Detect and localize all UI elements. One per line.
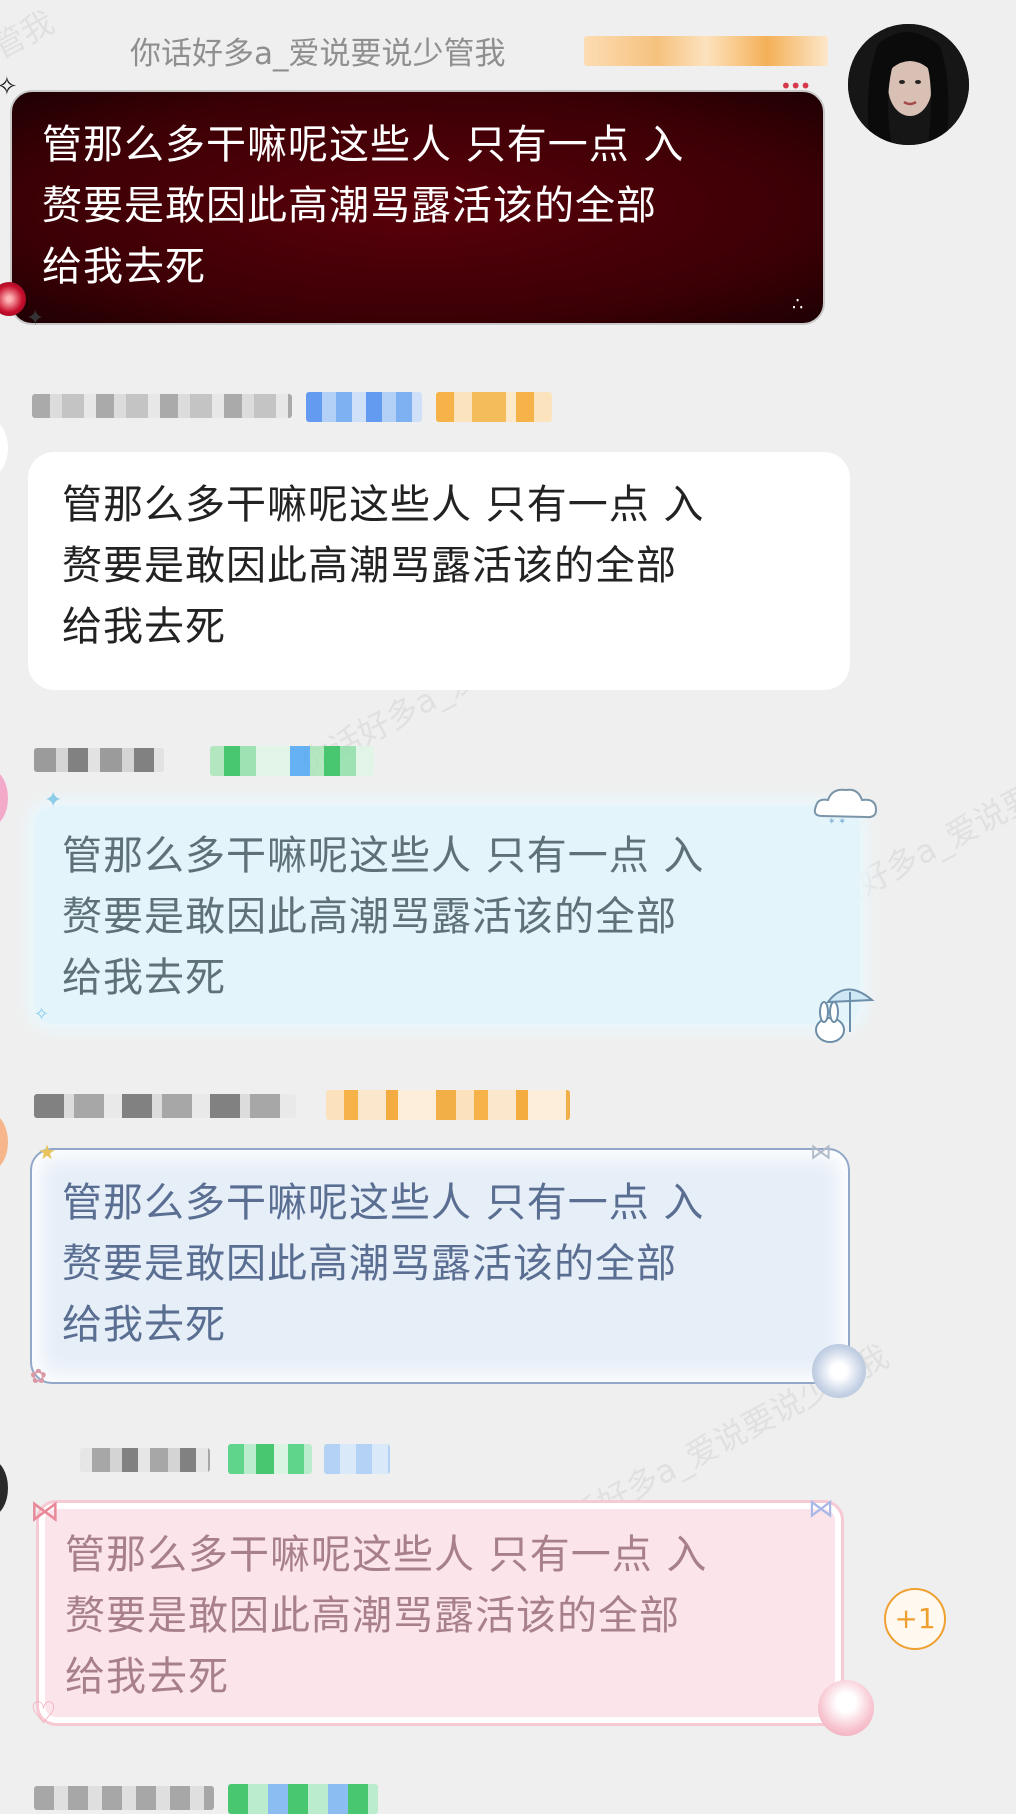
blurred-badges <box>228 1444 312 1474</box>
bow-icon: ⋈ <box>808 1494 834 1524</box>
umbrella-bunny-icon <box>808 982 880 1056</box>
flower-icon: ✿ <box>30 1364 47 1388</box>
doll-icon <box>818 1680 874 1736</box>
avatar[interactable] <box>0 1460 8 1516</box>
sparkle-icon: ✧ <box>0 72 18 102</box>
dots-decoration: ••• <box>780 74 811 98</box>
sparkle-icon: ★ <box>38 1140 56 1164</box>
blurred-sender-name[interactable] <box>80 1448 210 1472</box>
blurred-sender-name[interactable] <box>34 1786 214 1810</box>
blurred-badges <box>228 1784 378 1814</box>
cloud-icon: ✶ ✶ <box>812 784 882 828</box>
message-bubble-blue-frame[interactable]: 管那么多干嘛呢这些人 只有一点 入 赘要是敢因此高潮骂露活该的全部 给我去死 <box>30 1148 850 1384</box>
svg-text:✶ ✶: ✶ ✶ <box>828 817 846 824</box>
blurred-sender-name[interactable] <box>34 1094 296 1118</box>
sparkle-icon: ✦ <box>44 788 63 813</box>
blurred-sender-name[interactable] <box>34 748 164 772</box>
blurred-badges <box>436 392 552 422</box>
blurred-badges <box>210 746 374 776</box>
message-bubble-pink[interactable]: 管那么多干嘛呢这些人 只有一点 入 赘要是敢因此高潮骂露活该的全部 给我去死 <box>36 1500 844 1726</box>
blurred-badges <box>326 1090 570 1120</box>
blurred-badges <box>324 1444 390 1474</box>
avatar[interactable] <box>0 770 8 826</box>
dots-decoration: ∴ <box>792 294 804 315</box>
sender-name[interactable]: 你话好多a_爱说要说少管我 <box>130 28 506 73</box>
message-bubble-white[interactable]: 管那么多干嘛呢这些人 只有一点 入 赘要是敢因此高潮骂露活该的全部 给我去死 <box>28 452 850 690</box>
sparkle-icon: ✧ <box>34 1004 50 1025</box>
plus-one-button[interactable]: +1 <box>884 1588 946 1650</box>
avatar[interactable] <box>0 1114 8 1170</box>
profile-avatar[interactable] <box>848 24 969 145</box>
sparkle-icon: ✦ <box>26 306 45 331</box>
blurred-badges <box>306 392 422 422</box>
avatar[interactable] <box>0 420 8 476</box>
bow-icon: ⋈ <box>810 1140 832 1165</box>
message-bubble-dark[interactable]: 管那么多干嘛呢这些人 只有一点 入 赘要是敢因此高潮骂露活该的全部 给我去死 <box>10 90 825 325</box>
heart-icon: ♡ <box>30 1696 57 1731</box>
blurred-sender-name[interactable] <box>32 394 292 418</box>
bow-icon: ⋈ <box>30 1494 60 1529</box>
doll-icon <box>812 1344 866 1398</box>
message-bubble-light-blue[interactable]: 管那么多干嘛呢这些人 只有一点 入 赘要是敢因此高潮骂露活该的全部 给我去死 <box>34 806 860 1024</box>
watermark: 管我 <box>0 2 61 67</box>
blurred-badges <box>584 36 828 66</box>
